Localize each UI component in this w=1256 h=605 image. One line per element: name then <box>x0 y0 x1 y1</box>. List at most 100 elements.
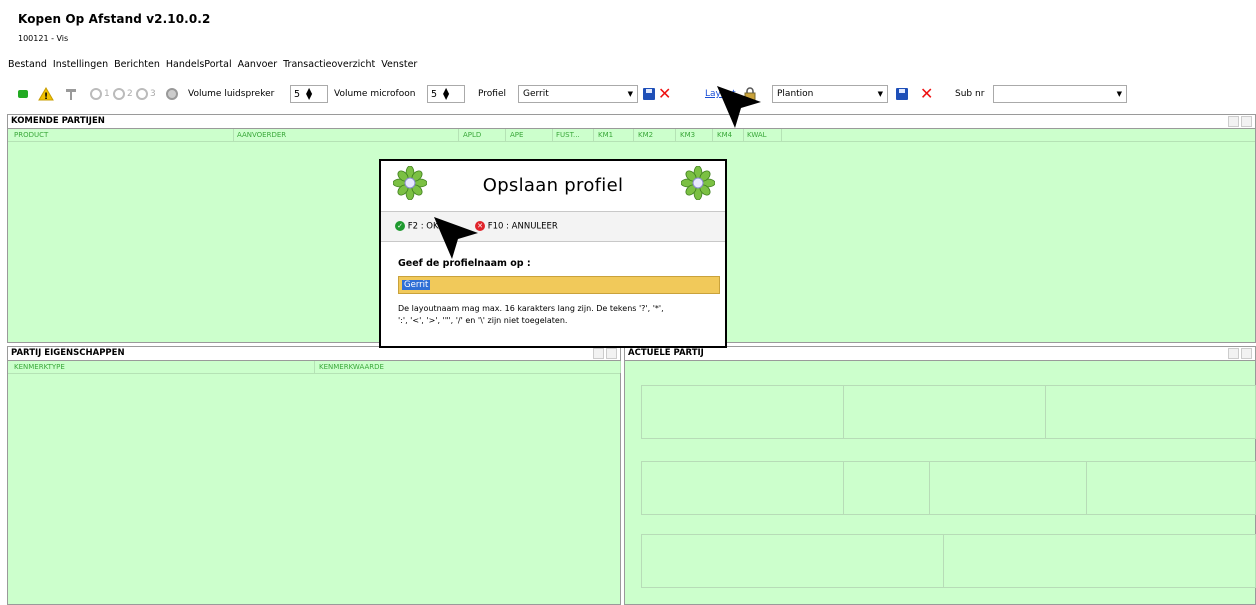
profile-select[interactable]: Gerrit ▼ <box>518 85 638 103</box>
panel-buttons <box>593 348 617 359</box>
partij-eigenschappen-panel: PARTIJ EIGENSCHAPPEN KENMERKTYPE KENMERK… <box>7 346 621 605</box>
col-km2[interactable]: KM2 <box>638 131 653 139</box>
maximize-icon[interactable] <box>1241 116 1252 127</box>
clock-2-icon[interactable]: 2 <box>113 83 133 105</box>
menu-bar: Bestand Instellingen Berichten HandelsPo… <box>8 59 417 70</box>
help-line-1: De layoutnaam mag max. 16 karakters lang… <box>398 304 664 313</box>
spinner-arrows-icon[interactable]: ▲ ▼ <box>306 87 312 101</box>
menu-venster[interactable]: Venster <box>381 59 417 70</box>
detail-cell <box>943 534 1256 588</box>
profile-name-input[interactable]: Gerrit <box>398 276 720 294</box>
detail-cell <box>1086 461 1256 515</box>
detail-cell <box>641 461 844 515</box>
check-icon: ✓ <box>395 221 405 231</box>
panel-buttons <box>1228 116 1252 127</box>
delete-profile-icon[interactable]: ✕ <box>658 83 671 105</box>
col-fust[interactable]: FUST... <box>556 131 580 139</box>
hammer-icon[interactable] <box>64 83 78 105</box>
restore-icon[interactable] <box>593 348 604 359</box>
help-line-2: ':', '<', '>', '"', '/' en '\' zijn niet… <box>398 316 568 325</box>
mic-volume-wrap: 5 ▲ ▼ <box>427 83 465 105</box>
spinner-arrows-icon[interactable]: ▲ ▼ <box>443 87 449 101</box>
detail-cell <box>843 461 930 515</box>
save-layout-icon[interactable] <box>896 83 908 105</box>
speaker-volume-value: 5 <box>294 88 301 100</box>
col-product[interactable]: PRODUCT <box>14 131 48 139</box>
toolbar: ! 1 2 3 Volume luidspreker 5 ▲ ▼ Volume m… <box>0 83 1256 105</box>
detail-cell <box>1045 385 1256 439</box>
svg-text:!: ! <box>44 92 48 101</box>
cancel-button-label: F10 : ANNULEER <box>487 221 558 232</box>
col-aanvoerder[interactable]: AANVOERDER <box>237 131 286 139</box>
panel-header: PARTIJ EIGENSCHAPPEN <box>8 347 620 361</box>
profile-label: Profiel <box>478 89 506 99</box>
clock-3-icon[interactable]: 3 <box>136 83 156 105</box>
detail-cell <box>641 385 844 439</box>
col-kenmerkwaarde[interactable]: KENMERKWAARDE <box>319 363 384 371</box>
chevron-down-icon[interactable]: ▼ <box>878 90 883 98</box>
app-subtitle: 100121 - Vis <box>18 34 69 43</box>
panel-title: KOMENDE PARTIJEN <box>11 116 105 126</box>
restore-icon[interactable] <box>1228 348 1239 359</box>
layout-select[interactable]: Plantion ▼ <box>772 85 888 103</box>
profile-select-wrap: Gerrit ▼ <box>518 83 638 105</box>
help-text: De layoutnaam mag max. 16 karakters lang… <box>398 303 720 327</box>
cancel-button[interactable]: ✕ F10 : ANNULEER <box>475 221 558 232</box>
col-km3[interactable]: KM3 <box>680 131 695 139</box>
green-status-icon[interactable] <box>18 83 28 105</box>
panel-title: ACTUELE PARTIJ <box>628 348 704 358</box>
mic-volume-value: 5 <box>431 88 438 100</box>
pointer-arrow-icon <box>434 217 478 259</box>
menu-bestand[interactable]: Bestand <box>8 59 47 70</box>
clock-3-label: 3 <box>150 89 156 99</box>
chevron-down-icon[interactable]: ▼ <box>628 90 633 98</box>
detail-cell <box>929 461 1087 515</box>
subnr-select-wrap: ▼ <box>993 83 1127 105</box>
column-header-row: KENMERKTYPE KENMERKWAARDE <box>8 361 621 374</box>
subnr-label: Sub nr <box>955 89 985 99</box>
speaker-volume-spinner[interactable]: 5 ▲ ▼ <box>290 85 328 103</box>
restore-icon[interactable] <box>1228 116 1239 127</box>
detail-cell <box>843 385 1046 439</box>
col-kenmerktype[interactable]: KENMERKTYPE <box>14 363 65 371</box>
menu-aanvoer[interactable]: Aanvoer <box>238 59 278 70</box>
col-kwal[interactable]: KWAL <box>747 131 767 139</box>
panel-header: KOMENDE PARTIJEN <box>8 115 1255 129</box>
column-header-row: PRODUCT AANVOERDER APLD APE FUST... KM1 … <box>8 129 1255 142</box>
mic-volume-label: Volume microfoon <box>334 89 416 99</box>
actuele-partij-panel: ACTUELE PARTIJ <box>624 346 1256 605</box>
panel-buttons <box>1228 348 1252 359</box>
pointer-arrow-icon <box>717 86 761 128</box>
col-apld[interactable]: APLD <box>463 131 481 139</box>
menu-transactieoverzicht[interactable]: Transactieoverzicht <box>283 59 375 70</box>
panel-title: PARTIJ EIGENSCHAPPEN <box>11 348 125 358</box>
col-km1[interactable]: KM1 <box>598 131 613 139</box>
col-km4[interactable]: KM4 <box>717 131 732 139</box>
subnr-select[interactable]: ▼ <box>993 85 1127 103</box>
mic-volume-spinner[interactable]: 5 ▲ ▼ <box>427 85 465 103</box>
warning-icon[interactable]: ! <box>38 83 54 105</box>
clock-1-label: 1 <box>104 89 110 99</box>
delete-layout-icon[interactable]: ✕ <box>920 83 933 105</box>
speaker-volume-wrap: 5 ▲ ▼ <box>290 83 328 105</box>
layout-select-value: Plantion <box>777 89 814 99</box>
menu-berichten[interactable]: Berichten <box>114 59 160 70</box>
save-profile-icon[interactable] <box>643 83 655 105</box>
col-ape[interactable]: APE <box>510 131 523 139</box>
clock-2-label: 2 <box>127 89 133 99</box>
clock-1-icon[interactable]: 1 <box>90 83 110 105</box>
maximize-icon[interactable] <box>1241 348 1252 359</box>
dialog-title: Opslaan profiel <box>482 175 624 196</box>
maximize-icon[interactable] <box>606 348 617 359</box>
dialog-titlebar: Opslaan profiel <box>381 161 725 212</box>
layout-select-wrap: Plantion ▼ <box>772 83 888 105</box>
flower-logo-icon <box>681 166 715 200</box>
detail-cell <box>641 534 944 588</box>
gear-icon[interactable] <box>166 83 178 105</box>
menu-instellingen[interactable]: Instellingen <box>53 59 108 70</box>
menu-handelsportal[interactable]: HandelsPortal <box>166 59 232 70</box>
speaker-volume-label: Volume luidspreker <box>188 89 275 99</box>
app-title: Kopen Op Afstand v2.10.0.2 <box>18 12 211 26</box>
chevron-down-icon[interactable]: ▼ <box>1117 90 1122 98</box>
profile-name-value: Gerrit <box>402 280 431 290</box>
